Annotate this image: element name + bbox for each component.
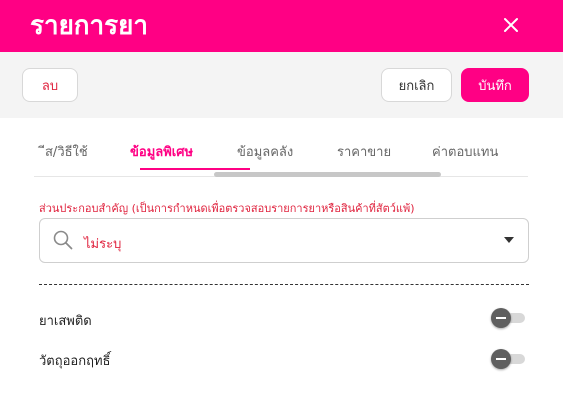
tabs-scrollbar[interactable] [214, 172, 441, 177]
tab-commission[interactable]: ค่าตอบแทน [432, 141, 498, 162]
ingredient-label: ส่วนประกอบสำคัญ (เป็นการกำหนดเพื่อตรวจสอ… [39, 202, 415, 215]
ingredient-value: ไม่ระบุ [84, 237, 122, 252]
tab-sale-price[interactable]: ราคาขาย [337, 141, 391, 162]
dialog-header: รายการยา [0, 0, 563, 52]
narcotic-label: ยาเสพติด [39, 314, 92, 329]
save-button[interactable]: บันทึก [461, 68, 529, 102]
cancel-button[interactable]: ยกเลิก [381, 68, 452, 102]
toggle-knob [491, 349, 511, 369]
close-icon [504, 18, 518, 32]
active-tab-indicator [140, 168, 250, 170]
delete-button[interactable]: ลบ [22, 68, 78, 102]
caret-down-icon [504, 237, 514, 243]
ingredient-select[interactable]: ไม่ระบุ [39, 218, 529, 263]
tab-stock-info[interactable]: ข้อมูลคลัง [237, 141, 293, 162]
tab-dosage[interactable]: ีส/วิธีใช้ [45, 141, 88, 162]
psychotropic-toggle[interactable] [491, 349, 527, 369]
section-divider [39, 284, 529, 285]
psychotropic-label: วัตถุออกฤทธิ์ [39, 354, 111, 369]
toggle-knob [491, 308, 511, 328]
narcotic-toggle[interactable] [491, 308, 527, 328]
close-button[interactable] [496, 10, 526, 40]
dialog-title: รายการยา [30, 11, 148, 41]
tab-special-info[interactable]: ข้อมูลพิเศษ [130, 141, 193, 162]
search-icon [53, 230, 73, 250]
